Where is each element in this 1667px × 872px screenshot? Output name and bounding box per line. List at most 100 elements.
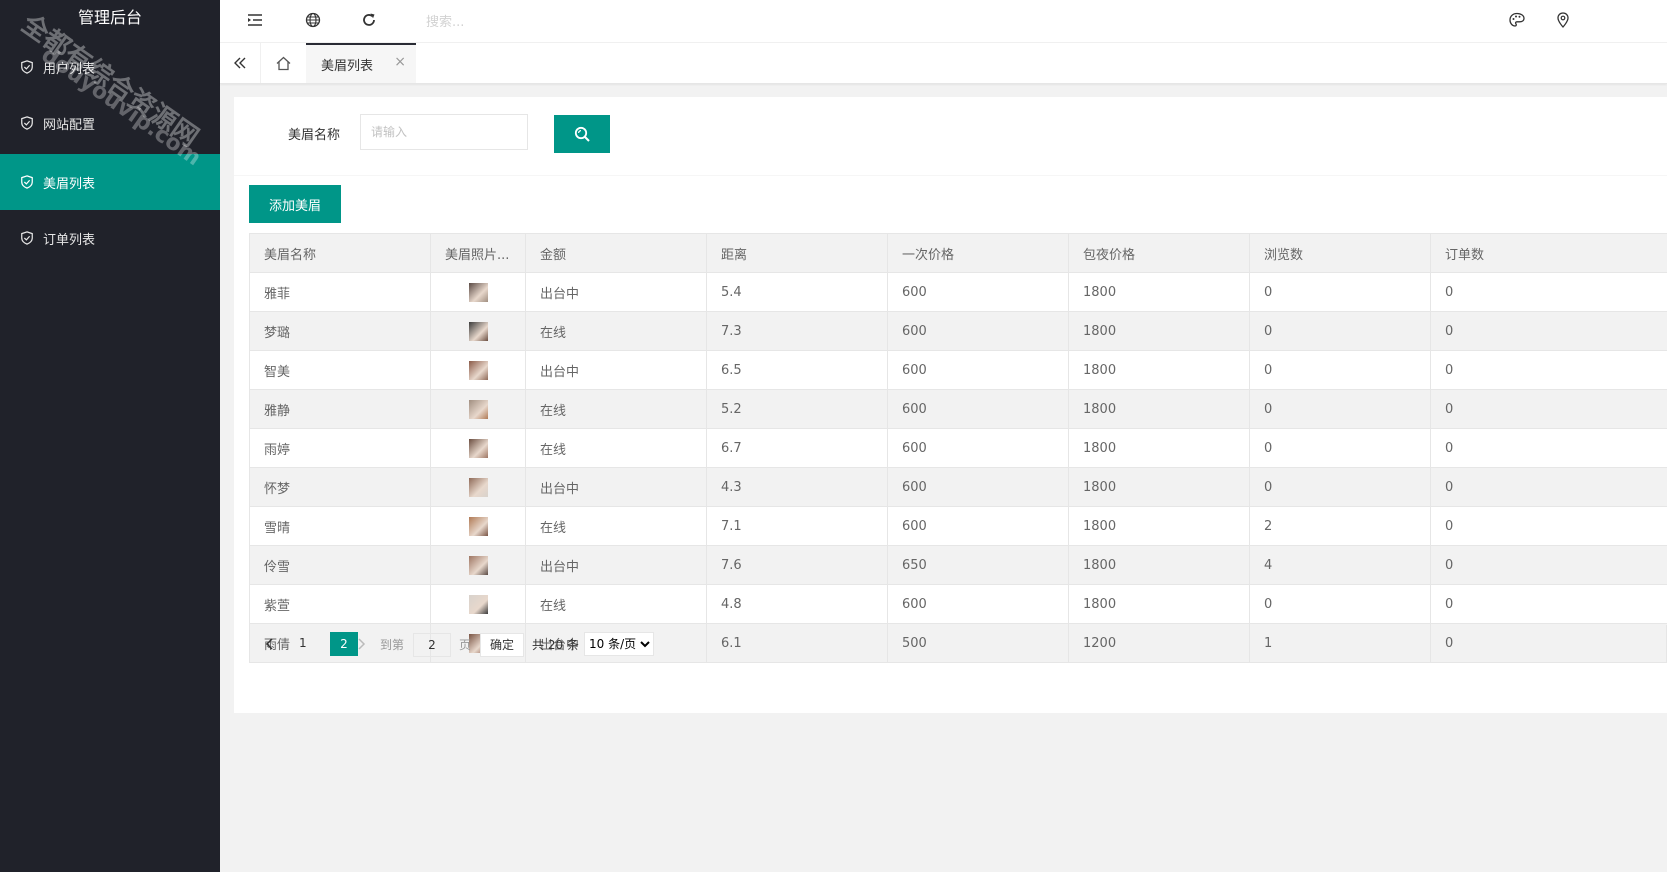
cell-status: 在线: [525, 506, 707, 546]
indent-icon[interactable]: [246, 11, 264, 29]
cell-night: 1800: [1068, 389, 1250, 429]
photo-thumbnail[interactable]: [468, 555, 488, 575]
cell-night: 1800: [1068, 584, 1250, 624]
cell-name: 雪晴: [249, 506, 431, 546]
cell-distance: 5.4: [706, 272, 888, 312]
double-chevron-left-icon: [234, 57, 246, 69]
cell-views: 0: [1249, 311, 1431, 351]
cell-status: 在线: [525, 428, 707, 468]
table-row: 雅菲 出台中 5.4 600 1800 0 0: [249, 272, 1667, 312]
photo-thumbnail[interactable]: [468, 321, 488, 341]
cell-views: 0: [1249, 428, 1431, 468]
sidebar: 管理后台 用户列表 网站配置 美眉列表 订单列表: [0, 0, 220, 872]
cell-views: 0: [1249, 272, 1431, 312]
column-header[interactable]: 美眉名称: [249, 233, 431, 273]
sidebar-item-orders[interactable]: 订单列表: [0, 210, 220, 266]
cell-orders: 0: [1430, 584, 1667, 624]
cell-distance: 5.2: [706, 389, 888, 429]
search-form: 美眉名称: [234, 97, 1667, 176]
pin-icon[interactable]: [1554, 11, 1572, 29]
cell-orders: 0: [1430, 389, 1667, 429]
column-header[interactable]: 距离: [706, 233, 888, 273]
goto-confirm-button[interactable]: 确定: [480, 633, 524, 657]
tab-girls-list[interactable]: 美眉列表 ×: [306, 43, 416, 83]
sidebar-item-users[interactable]: 用户列表: [0, 39, 220, 95]
cell-night: 1800: [1068, 467, 1250, 507]
cell-views: 0: [1249, 584, 1431, 624]
palette-icon[interactable]: [1508, 11, 1526, 29]
photo-thumbnail[interactable]: [468, 594, 488, 614]
column-header[interactable]: 浏览数: [1249, 233, 1431, 273]
cell-status: 在线: [525, 389, 707, 429]
cell-orders: 0: [1430, 467, 1667, 507]
cell-views: 0: [1249, 389, 1431, 429]
photo-thumbnail[interactable]: [468, 360, 488, 380]
refresh-icon[interactable]: [360, 11, 378, 29]
photo-thumbnail[interactable]: [468, 282, 488, 302]
photo-cell: [430, 467, 526, 507]
table-row: 怀梦 出台中 4.3 600 1800 0 0: [249, 467, 1667, 507]
cell-name: 伶雪: [249, 545, 431, 585]
page-size-select[interactable]: 10 条/页: [584, 632, 654, 656]
cell-distance: 7.3: [706, 311, 888, 351]
cell-name: 智美: [249, 350, 431, 390]
column-header[interactable]: 包夜价格: [1068, 233, 1250, 273]
cell-once: 600: [887, 389, 1069, 429]
total-count: 共 20 条: [532, 638, 579, 652]
cell-name: 紫萱: [249, 584, 431, 624]
cell-name: 雅菲: [249, 272, 431, 312]
photo-cell: [430, 311, 526, 351]
cell-status: 出台中: [525, 272, 707, 312]
current-page: 2: [330, 632, 358, 656]
tab-bar: 美眉列表 ×: [220, 43, 1667, 84]
prev-page-icon[interactable]: [264, 637, 276, 651]
next-page-icon[interactable]: [355, 637, 367, 651]
table-row: 雪晴 在线 7.1 600 1800 2 0: [249, 506, 1667, 546]
goto-page-input[interactable]: 2: [413, 633, 451, 657]
column-header[interactable]: 订单数: [1430, 233, 1667, 273]
goto-label: 到第: [380, 638, 405, 652]
cell-night: 1800: [1068, 272, 1250, 312]
photo-thumbnail[interactable]: [468, 399, 488, 419]
cell-orders: 0: [1430, 506, 1667, 546]
table-row: 紫萱 在线 4.8 600 1800 0 0: [249, 584, 1667, 624]
cell-orders: 0: [1430, 272, 1667, 312]
column-header[interactable]: 美眉照片...: [430, 233, 526, 273]
cell-status: 出台中: [525, 545, 707, 585]
app-title: 管理后台: [0, 0, 220, 36]
photo-thumbnail[interactable]: [468, 477, 488, 497]
photo-cell: [430, 506, 526, 546]
search-button[interactable]: [554, 115, 610, 153]
sidebar-item-girls-list[interactable]: 美眉列表: [0, 154, 220, 210]
photo-thumbnail[interactable]: [468, 438, 488, 458]
cell-night: 1800: [1068, 545, 1250, 585]
header-search[interactable]: 搜索...: [426, 11, 464, 30]
cell-distance: 6.7: [706, 428, 888, 468]
shield-check-icon: [21, 175, 33, 189]
table-row: 雨婷 在线 6.7 600 1800 0 0: [249, 428, 1667, 468]
page-1-link[interactable]: 1: [299, 636, 307, 650]
photo-thumbnail[interactable]: [468, 516, 488, 536]
shield-check-icon: [21, 116, 33, 130]
tab-home[interactable]: [260, 43, 307, 83]
cell-distance: 6.5: [706, 350, 888, 390]
globe-icon[interactable]: [304, 11, 322, 29]
cell-orders: 0: [1430, 428, 1667, 468]
cell-status: 在线: [525, 311, 707, 351]
add-girl-button[interactable]: 添加美眉: [249, 185, 341, 223]
tabs-scroll-left-button[interactable]: [220, 43, 261, 83]
column-header[interactable]: 一次价格: [887, 233, 1069, 273]
top-header: 搜索...: [220, 0, 1667, 43]
page-suffix: 页: [459, 638, 472, 652]
cell-once: 600: [887, 428, 1069, 468]
tab-close-icon[interactable]: ×: [394, 54, 406, 70]
cell-once: 600: [887, 272, 1069, 312]
photo-cell: [430, 350, 526, 390]
photo-cell: [430, 272, 526, 312]
name-search-input[interactable]: [360, 114, 528, 150]
cell-once: 600: [887, 311, 1069, 351]
column-header[interactable]: 金额: [525, 233, 707, 273]
sidebar-item-label: 美眉列表: [43, 176, 96, 192]
photo-cell: [430, 389, 526, 429]
sidebar-item-site-config[interactable]: 网站配置: [0, 95, 220, 151]
